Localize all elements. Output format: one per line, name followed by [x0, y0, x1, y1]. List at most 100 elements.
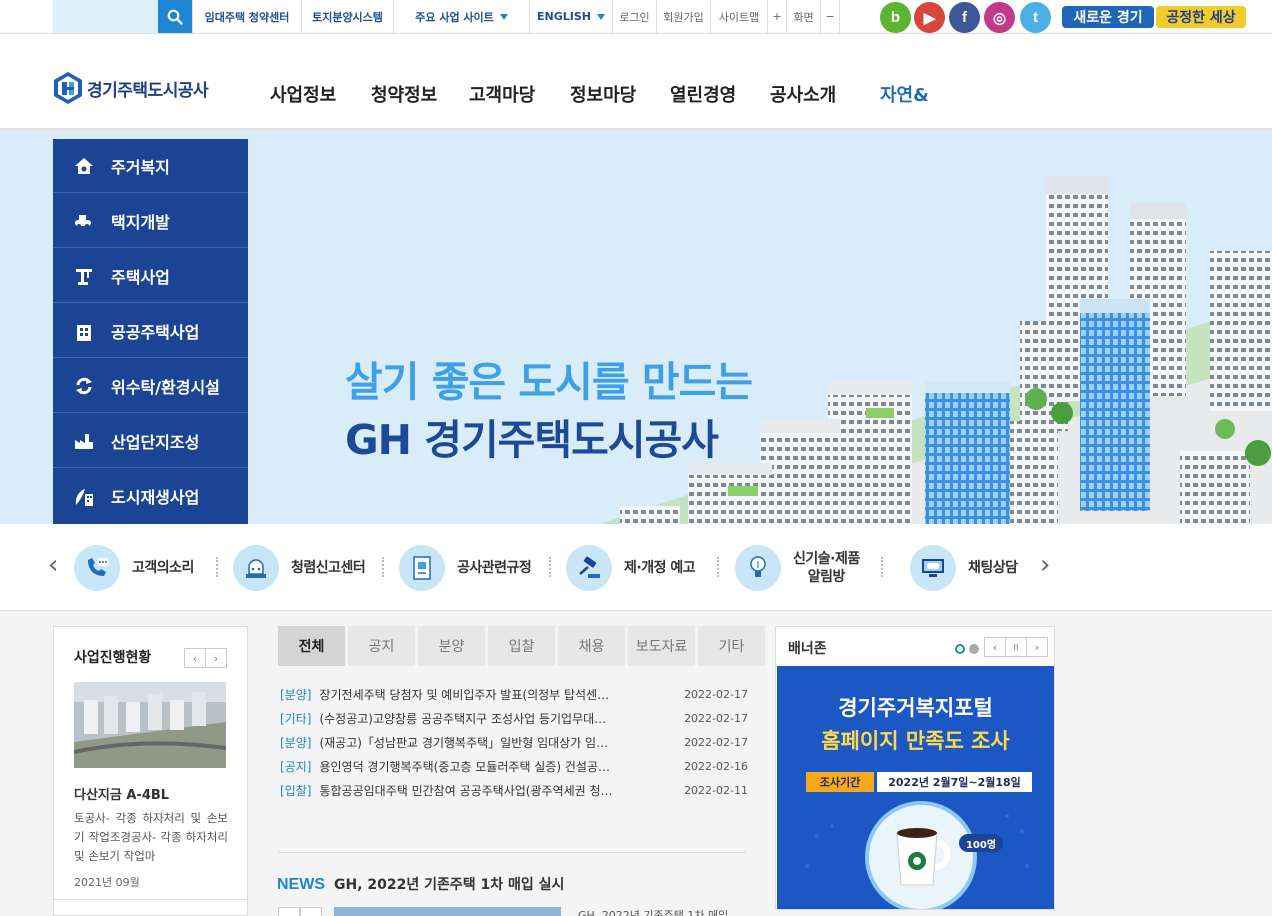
quick-new-tech-notice[interactable]: 신기술·제품 알림방 — [735, 544, 860, 592]
banner-zone-title: 배너존 — [788, 641, 827, 657]
tab-recruit[interactable]: 채용 — [558, 626, 625, 666]
project-prev-button[interactable]: ‹ — [184, 648, 206, 668]
header: 경기주택도시공사 사업정보 청약정보 고객마당 정보마당 열린경영 공사소개 자… — [0, 34, 1272, 131]
tab-all[interactable]: 전체 — [278, 626, 345, 666]
project-next-button[interactable]: › — [205, 648, 227, 668]
coffee-mug-icon — [896, 828, 951, 886]
project-description: 토공사- 각종 하자처리 및 손보기 작업조경공사- 각종 하자처리 및 손보기… — [74, 811, 228, 863]
slogan-new-gyeonggi: 새로운 경기 — [1062, 6, 1154, 28]
nav-information[interactable]: 정보마당 — [570, 81, 636, 107]
quick-customer-voice[interactable]: 고객의소리 — [74, 544, 194, 592]
signup-link[interactable]: 회원가입 — [656, 0, 710, 33]
banner-period: 2022년 2월7일~2월18일 — [877, 772, 1032, 792]
logo-text: 경기주택도시공사 — [87, 80, 209, 101]
side-menu-industrial-complex[interactable]: 산업단지조성 — [53, 414, 248, 468]
tab-etc[interactable]: 기타 — [698, 626, 765, 666]
chevron-down-icon — [596, 13, 605, 20]
notice-row[interactable]: [입찰] 통합공공임대주택 민간참여 공공주택사업(광주역세권 청… 2022-02… — [280, 781, 748, 799]
banner-zone: 배너존 ‹ II › 경기주거복지포털 홈페이지 만족도 조사 조사기간 202… — [775, 626, 1055, 910]
side-menu-entrusted-facilities[interactable]: 위수탁/환경시설 — [53, 359, 248, 413]
side-menu-land-development[interactable]: 택지개발 — [53, 194, 248, 248]
tab-bid[interactable]: 입찰 — [488, 626, 555, 666]
news-label: NEWS — [277, 876, 325, 893]
project-status-box: 사업진행현황 ‹ › 다산지금 A-4BL 토공사- 각종 하자처리 및 손보기… — [53, 626, 248, 916]
screen-label: 화면 — [786, 0, 820, 33]
nav-nature-and[interactable]: 자연& — [880, 81, 929, 107]
news-photo[interactable] — [334, 907, 561, 916]
banner-period-label: 조사기간 — [806, 772, 874, 792]
search-icon — [167, 9, 183, 25]
nav-open-management[interactable]: 열린경영 — [670, 81, 736, 107]
major-sites-dropdown[interactable]: 주요 사업 사이트 — [393, 0, 529, 33]
news-headline[interactable]: GH, 2022년 기존주택 1차 매입 실시 — [334, 874, 564, 894]
zoom-out-button[interactable]: − — [820, 0, 840, 33]
quick-separator — [382, 557, 384, 577]
quick-regulations[interactable]: 공사관련규정 — [399, 544, 532, 592]
project-photo[interactable] — [74, 682, 226, 768]
rental-application-link[interactable]: 임대주택 청약센터 — [192, 0, 301, 33]
banner-prev-button[interactable]: ‹ — [984, 637, 1006, 657]
slogan-fair-world: 공정한 세상 — [1156, 6, 1246, 28]
book-icon — [399, 545, 445, 591]
news-prev-button[interactable] — [278, 907, 300, 916]
project-date: 2021년 09월 — [74, 876, 140, 889]
side-menu-housing-welfare[interactable]: 주거복지 — [53, 139, 248, 193]
zoom-in-button[interactable]: + — [767, 0, 786, 33]
project-divider — [54, 899, 247, 900]
notice-row[interactable]: [공지] 용인영덕 경기행복주택(중고층 모듈러주택 실증) 건설공… 2022-0… — [280, 757, 748, 775]
quick-prev-arrow[interactable]: ‹ — [48, 550, 58, 580]
project-name[interactable]: 다산지금 A-4BL — [74, 784, 169, 803]
banner-line2: 홈페이지 만족도 조사 — [821, 729, 1010, 753]
phone-icon — [74, 545, 120, 591]
instagram-icon[interactable]: ◎ — [984, 2, 1015, 33]
language-dropdown[interactable]: ENGLISH — [529, 0, 612, 33]
hero-headline: 살기 좋은 도시를 만드는 — [345, 358, 753, 406]
login-link[interactable]: 로그인 — [612, 0, 656, 33]
notice-divider — [278, 852, 746, 853]
utility-spacer — [53, 0, 158, 33]
notice-row[interactable]: [분양] 장기전세주택 당첨자 및 예비입주자 발표(의정부 탑석센… 2022-0… — [280, 685, 748, 703]
nav-application-info[interactable]: 청약정보 — [371, 81, 437, 107]
nav-customer[interactable]: 고객마당 — [469, 81, 535, 107]
survey-banner[interactable]: 경기주거복지포털 홈페이지 만족도 조사 조사기간 2022년 2월7일~2월1… — [777, 666, 1054, 909]
tab-notice[interactable]: 공지 — [348, 626, 415, 666]
tab-press[interactable]: 보도자료 — [628, 626, 695, 666]
news-snippet: GH, 2022년 기존주택 1차 매입 — [578, 909, 729, 916]
youtube-icon[interactable]: ▶ — [914, 2, 945, 33]
nav-business-info[interactable]: 사업정보 — [270, 81, 336, 107]
sitemap-link[interactable]: 사이트맵 — [710, 0, 767, 33]
quick-chat-consult[interactable]: 채팅상담 — [910, 544, 1018, 592]
chevron-down-icon — [499, 13, 508, 20]
blog-icon[interactable]: b — [880, 2, 911, 33]
side-menu-urban-regeneration[interactable]: 도시재생사업 — [53, 469, 248, 523]
excavator-icon — [73, 210, 95, 232]
tab-sale[interactable]: 분양 — [418, 626, 485, 666]
factory-icon — [73, 430, 95, 452]
lightbulb-icon — [735, 545, 781, 591]
banner-pause-button[interactable]: II — [1005, 637, 1027, 657]
gh-logo-icon — [54, 72, 82, 104]
facebook-icon[interactable]: f — [949, 2, 980, 33]
banner-line1: 경기주거복지포털 — [838, 696, 993, 720]
quick-amendment-notice[interactable]: 제·개정 예고 — [566, 544, 696, 592]
land-sale-system-link[interactable]: 토지분양시스템 — [301, 0, 393, 33]
site-logo[interactable]: 경기주택도시공사 — [53, 71, 209, 105]
quick-integrity-report[interactable]: 청렴신고센터 — [233, 544, 366, 592]
banner-dot-active[interactable] — [955, 644, 965, 654]
twitter-icon[interactable]: t — [1020, 2, 1051, 33]
notice-row[interactable]: [분양] (재공고)「성남판교 경기행복주택」일반형 임대상가 임… 2022-02… — [280, 733, 748, 751]
search-button[interactable] — [158, 0, 192, 33]
side-menu-public-housing[interactable]: 공공주택사업 — [53, 304, 248, 358]
notice-row[interactable]: [기타] (수정공고)고양창릉 공공주택지구 조성사업 등기업무대… 2022-02… — [280, 709, 748, 727]
quick-separator — [216, 557, 218, 577]
nav-company-intro[interactable]: 공사소개 — [770, 81, 836, 107]
business-side-menu: 주거복지 택지개발 주택사업 공공주택사업 위수탁/환경시설 산업단지조성 도시… — [53, 139, 248, 524]
siren-icon — [233, 545, 279, 591]
news-next-button[interactable] — [300, 907, 322, 916]
banner-next-button[interactable]: › — [1026, 637, 1048, 657]
leaf-building-icon — [73, 485, 95, 507]
banner-dot[interactable] — [969, 644, 979, 654]
quick-next-arrow[interactable]: › — [1040, 550, 1050, 580]
side-menu-housing-business[interactable]: 주택사업 — [53, 249, 248, 303]
hero-subheadline: GH 경기주택도시공사 — [345, 416, 719, 464]
